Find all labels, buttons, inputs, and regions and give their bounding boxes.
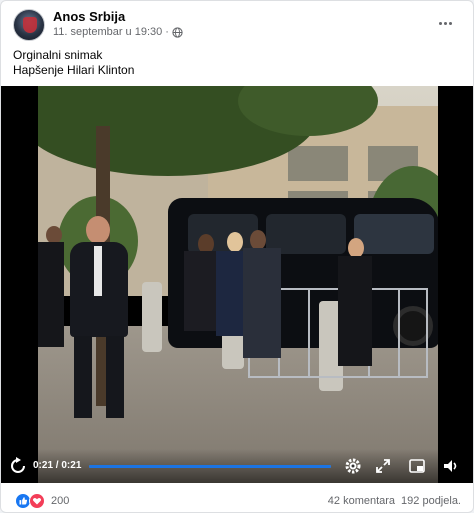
volume-icon[interactable] [442,457,460,475]
shares-count[interactable]: 192 podjela. [401,495,461,507]
picture-in-picture-icon[interactable] [408,457,426,475]
meta-separator: · [165,26,169,38]
current-time: 0:21 [33,460,54,471]
page-avatar[interactable] [13,9,45,41]
more-options-icon[interactable] [433,13,457,33]
post-header: Anos Srbija 11. septembar u 19:30 · [1,1,473,45]
video-controls: 0:21 / 0:21 [1,449,473,483]
video-time: 0:21 / 0:21 [33,460,81,471]
video-player[interactable]: 0:21 / 0:21 [1,86,473,483]
post-text-line-2: Hapšenje Hilari Klinton [13,63,135,77]
post-card: Anos Srbija 11. septembar u 19:30 · Orgi… [0,0,474,513]
settings-icon[interactable] [344,457,362,475]
footer-stats: 42 komentara 192 podjela. [328,495,461,507]
post-text: Orginalni snimak Hapšenje Hilari Klinton [13,48,134,78]
reaction-count[interactable]: 200 [51,495,69,507]
post-meta: 11. septembar u 19:30 · [53,26,183,38]
progress-bar[interactable] [89,465,331,468]
author-name[interactable]: Anos Srbija [53,9,125,24]
love-icon[interactable] [29,493,45,509]
replay-icon[interactable] [9,457,27,475]
progress-fill [89,465,331,468]
duration: 0:21 [61,460,82,471]
post-date[interactable]: 11. septembar u 19:30 [53,26,162,38]
fullscreen-icon[interactable] [374,457,392,475]
post-footer: 200 42 komentara 192 podjela. [1,483,473,512]
avatar-emblem [23,17,37,33]
video-frame [38,86,438,483]
globe-icon[interactable] [172,26,183,38]
post-text-line-1: Orginalni snimak [13,48,103,62]
comments-count[interactable]: 42 komentara [328,495,395,507]
